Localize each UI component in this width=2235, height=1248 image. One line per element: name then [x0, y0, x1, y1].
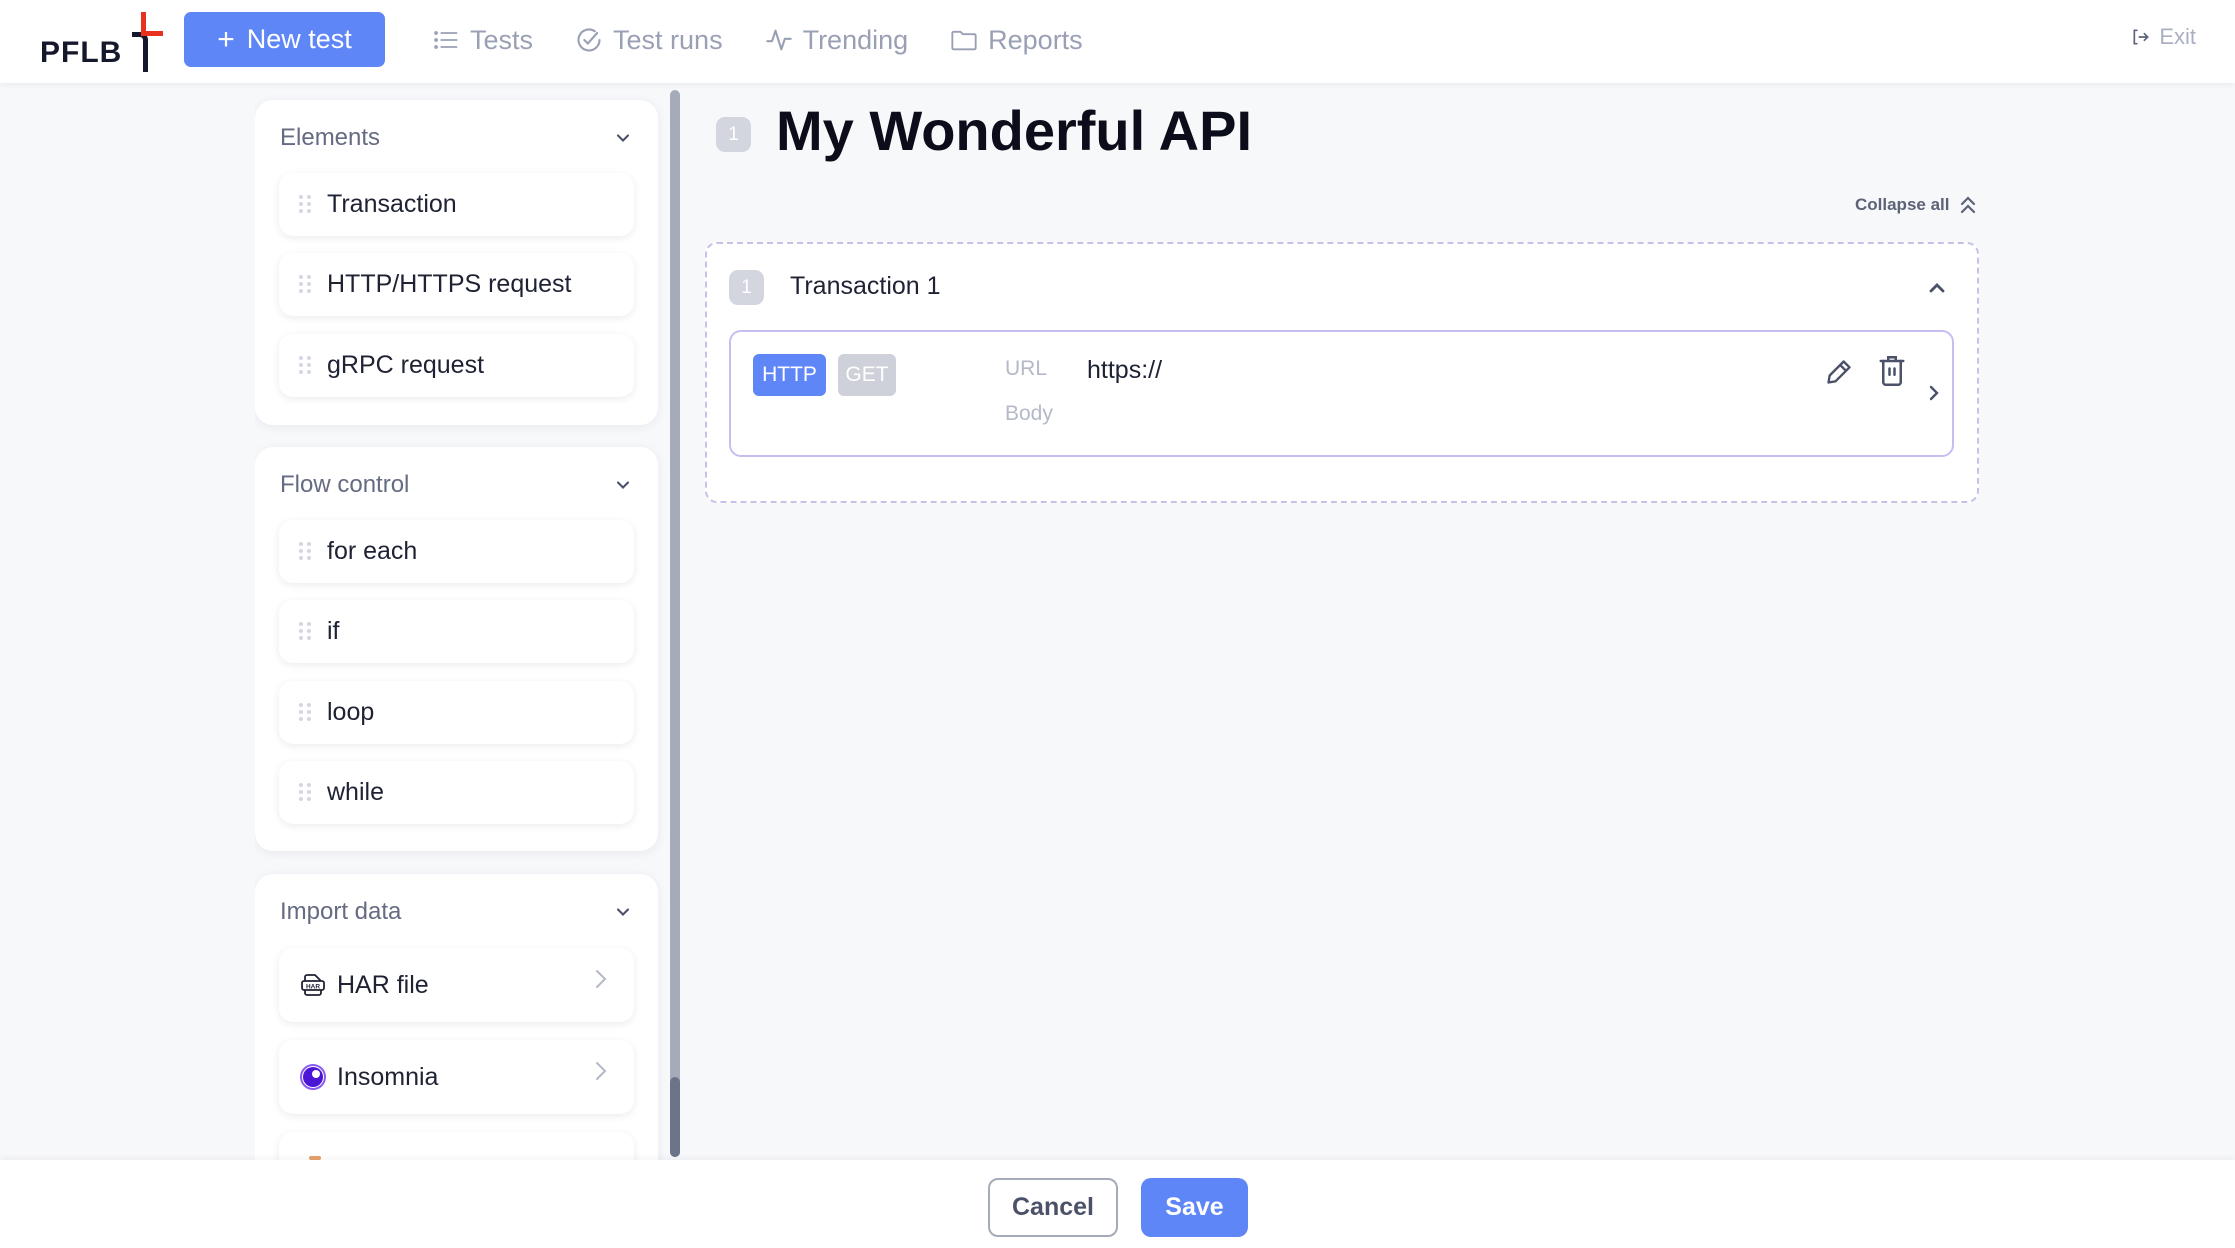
title-index-badge: 1 — [716, 117, 751, 152]
chevron-up-icon[interactable] — [1927, 280, 1947, 294]
elements-panel: Elements Transaction HTTP/HTTPS request … — [255, 100, 658, 425]
import-data-panel: Import data HAR HAR file Insomnia — [255, 874, 658, 1160]
drag-handle-icon[interactable] — [299, 355, 311, 376]
nav-trending[interactable]: Trending — [765, 20, 909, 60]
element-label: Transaction — [327, 190, 457, 218]
drag-handle-icon[interactable] — [299, 541, 311, 562]
panel-title: Import data — [280, 898, 402, 925]
pflb-logo[interactable]: PFLB — [38, 8, 168, 72]
nav-trending-label: Trending — [802, 24, 909, 55]
nav-reports-label: Reports — [988, 24, 1083, 55]
transaction-card: 1 Transaction 1 HTTP GET URL https:// Bo… — [705, 242, 1979, 503]
save-button[interactable]: Save — [1141, 1178, 1248, 1237]
drag-handle-icon[interactable] — [299, 274, 311, 295]
scrollbar-thumb[interactable] — [670, 1077, 680, 1157]
http-request-card[interactable]: HTTP GET URL https:// Body — [729, 330, 1954, 457]
element-label: if — [327, 617, 340, 645]
elements-panel-header[interactable]: Elements — [280, 124, 633, 152]
chevron-right-icon — [596, 970, 607, 988]
double-chevron-up-icon — [1961, 196, 1976, 214]
exit-label: Exit — [2159, 24, 2196, 49]
flow-for-each[interactable]: for each — [279, 520, 634, 583]
sidebar-scrollbar[interactable] — [670, 90, 680, 1157]
logo-accent-icon — [141, 12, 163, 36]
flow-control-panel-header[interactable]: Flow control — [280, 471, 633, 499]
list-icon — [434, 31, 458, 49]
element-label: HTTP/HTTPS request — [327, 270, 572, 298]
logout-icon — [2133, 29, 2150, 45]
nav-test-runs-label: Test runs — [613, 24, 723, 55]
transaction-index-badge: 1 — [729, 270, 764, 305]
logo-mark-icon — [132, 32, 148, 72]
top-header: PFLB + New test Tests Test runs Trending… — [0, 0, 2235, 83]
chevron-down-icon — [616, 481, 630, 489]
nav-tests-label: Tests — [470, 24, 534, 55]
element-grpc-request[interactable]: gRPC request — [279, 334, 634, 397]
nav-test-runs[interactable]: Test runs — [575, 20, 723, 60]
trash-icon[interactable] — [1877, 354, 1907, 388]
new-test-button[interactable]: + New test — [184, 12, 385, 67]
nav-tests[interactable]: Tests — [432, 20, 533, 60]
element-label: gRPC request — [327, 351, 485, 379]
panel-title: Flow control — [280, 471, 410, 498]
flow-loop[interactable]: loop — [279, 681, 634, 744]
flow-while[interactable]: while — [279, 761, 634, 824]
import-item-partial[interactable] — [279, 1132, 634, 1160]
drag-handle-icon[interactable] — [299, 702, 311, 723]
transaction-title[interactable]: Transaction 1 — [790, 272, 941, 301]
folder-icon — [951, 30, 977, 51]
collapse-all-label: Collapse all — [1855, 195, 1950, 214]
chevron-right-icon[interactable] — [1927, 382, 1941, 404]
drag-handle-icon[interactable] — [299, 621, 311, 642]
nav-reports[interactable]: Reports — [950, 20, 1083, 60]
element-label: for each — [327, 537, 418, 565]
chevron-down-icon — [616, 908, 630, 916]
flow-if[interactable]: if — [279, 600, 634, 663]
exit-button[interactable]: Exit — [2131, 24, 2196, 50]
body-label: Body — [1005, 402, 1053, 425]
har-file-icon: HAR — [301, 974, 325, 996]
import-label: HAR file — [337, 970, 429, 999]
logo-text: PFLB — [40, 36, 123, 69]
panel-title: Elements — [280, 124, 381, 151]
insomnia-icon — [300, 1064, 326, 1090]
plus-icon: + — [217, 22, 235, 56]
import-data-panel-header[interactable]: Import data — [280, 898, 633, 926]
cancel-button[interactable]: Cancel — [988, 1178, 1118, 1237]
import-label: Insomnia — [337, 1062, 439, 1091]
new-test-label: New test — [246, 24, 352, 54]
chevron-right-icon — [596, 1062, 607, 1080]
element-label: while — [327, 778, 384, 806]
check-circle-icon — [577, 28, 601, 52]
sidebar: Elements Transaction HTTP/HTTPS request … — [255, 83, 675, 1160]
import-har-file[interactable]: HAR HAR file — [279, 948, 634, 1022]
pulse-icon — [765, 29, 792, 51]
collapse-all-button[interactable]: Collapse all — [1855, 194, 1977, 216]
method-tag: GET — [838, 354, 896, 396]
import-insomnia[interactable]: Insomnia — [279, 1040, 634, 1114]
edit-pencil-icon[interactable] — [1825, 358, 1853, 386]
protocol-tag: HTTP — [753, 354, 826, 396]
svg-text:HAR: HAR — [306, 984, 320, 991]
flow-control-panel: Flow control for each if loop while — [255, 447, 658, 851]
drag-handle-icon[interactable] — [299, 782, 311, 803]
page-title[interactable]: My Wonderful API — [776, 98, 1252, 163]
url-label: URL — [1005, 357, 1048, 380]
drag-handle-icon[interactable] — [299, 194, 311, 215]
element-transaction[interactable]: Transaction — [279, 173, 634, 236]
chevron-down-icon — [616, 134, 630, 142]
element-label: loop — [327, 698, 375, 726]
main-nav: Tests Test runs Trending Reports — [432, 20, 1083, 60]
footer-bar: Cancel Save — [0, 1160, 2235, 1248]
element-http-request[interactable]: HTTP/HTTPS request — [279, 253, 634, 316]
url-value: https:// — [1087, 356, 1163, 384]
